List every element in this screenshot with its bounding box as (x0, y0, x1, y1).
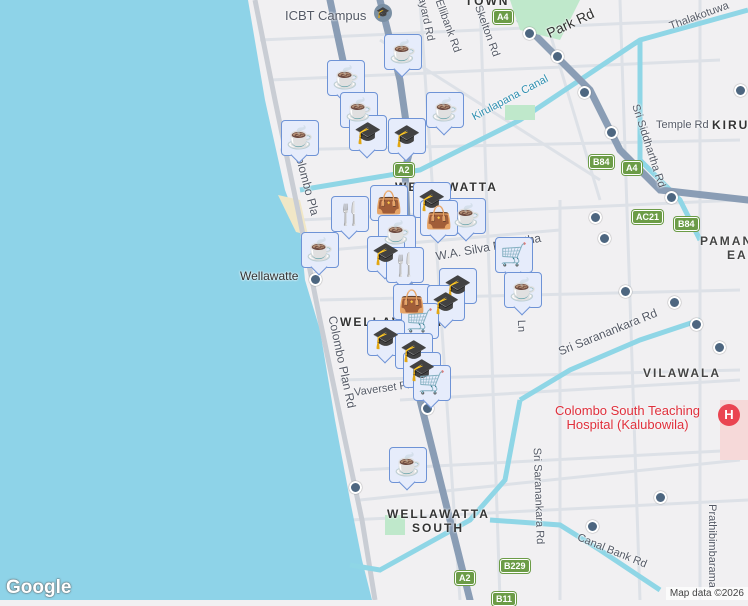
graduation-cap-icon: 🎓 (372, 325, 400, 350)
education-marker[interactable]: 🎓 (349, 115, 387, 159)
coffee-cup-icon: ☕ (306, 237, 334, 262)
graduation-cap-icon: 🎓 (374, 4, 392, 22)
graduation-cap-icon: 🎓 (354, 120, 382, 145)
bus-stop-icon[interactable] (668, 296, 681, 309)
cafe-marker[interactable]: ☕ (384, 34, 422, 78)
shopping-bag-icon: 👜 (375, 190, 403, 215)
place-icbt-campus[interactable]: ICBT Campus (285, 8, 366, 23)
hospital-icon: H (718, 404, 740, 426)
area-label: EAS (727, 248, 748, 262)
road-shield: B84 (589, 155, 614, 169)
coffee-cup-icon: ☕ (431, 97, 459, 122)
road-shield: A4 (622, 161, 642, 175)
area-label: SOUTH (412, 521, 464, 535)
road-shield: A2 (394, 163, 414, 177)
education-marker[interactable]: 🎓 (388, 118, 426, 162)
bus-stop-icon[interactable] (690, 318, 703, 331)
coffee-cup-icon: ☕ (453, 203, 481, 228)
bus-stop-icon[interactable] (665, 191, 678, 204)
bus-stop-icon[interactable] (598, 232, 611, 245)
road-shield: A2 (455, 571, 475, 585)
area-label: KIRU (712, 118, 748, 132)
coffee-cup-icon: ☕ (394, 452, 422, 477)
bus-stop-icon[interactable] (713, 341, 726, 354)
bus-stop-icon[interactable] (349, 481, 362, 494)
coffee-cup-icon: ☕ (332, 65, 360, 90)
map-attribution[interactable]: Map data ©2026 (665, 587, 748, 600)
bus-stop-icon[interactable] (551, 50, 564, 63)
place-hospital[interactable]: Colombo South Teaching Hospital (Kalubowi… (555, 404, 700, 432)
fork-knife-icon: 🍴 (391, 252, 419, 277)
area-label: WELLAWATTA (387, 507, 490, 521)
google-logo[interactable]: Google (6, 577, 71, 599)
bus-stop-icon[interactable] (654, 491, 667, 504)
fork-knife-icon: 🍴 (336, 201, 364, 226)
coffee-cup-icon: ☕ (286, 125, 314, 150)
cafe-marker[interactable]: ☕ (301, 232, 339, 276)
road-label: Temple Rd (656, 119, 709, 131)
map-canvas[interactable] (0, 0, 748, 600)
road-shield: B84 (674, 217, 699, 231)
area-label: VILAWALA (643, 366, 721, 380)
place-wellawatte-station[interactable]: Wellawatte (240, 269, 298, 283)
bus-stop-icon[interactable] (523, 27, 536, 40)
graduation-cap-icon: 🎓 (393, 123, 421, 148)
bus-stop-icon[interactable] (578, 86, 591, 99)
grocery-marker[interactable]: 🛒 (413, 365, 451, 409)
bus-stop-icon[interactable] (734, 84, 747, 97)
bus-stop-icon[interactable] (589, 211, 602, 224)
bus-stop-icon[interactable] (605, 126, 618, 139)
shop-marker[interactable]: 👜 (420, 200, 458, 244)
graduation-cap-icon: 🎓 (432, 290, 460, 315)
road-shield: A4 (493, 10, 513, 24)
road-label: Prathibimbarama (705, 504, 718, 588)
area-label: PAMAN (700, 234, 748, 248)
bus-stop-icon[interactable] (619, 285, 632, 298)
hospital-name-line2: Hospital (Kalubowila) (566, 417, 689, 432)
shopping-bag-icon: 👜 (425, 205, 453, 230)
coffee-cup-icon: ☕ (389, 39, 417, 64)
cafe-marker[interactable]: ☕ (426, 92, 464, 136)
road-shield: B229 (500, 559, 530, 573)
shopping-cart-icon: 🛒 (500, 242, 528, 267)
road-shield: B11 (492, 592, 517, 606)
area-label: TOWN (465, 0, 510, 8)
cafe-marker[interactable]: ☕ (504, 272, 542, 316)
road-label: Ln (514, 319, 528, 333)
shopping-cart-icon: 🛒 (406, 308, 434, 333)
coffee-cup-icon: ☕ (509, 277, 537, 302)
hospital-name-line1: Colombo South Teaching (555, 403, 701, 418)
cafe-marker[interactable]: ☕ (389, 447, 427, 491)
shopping-cart-icon: 🛒 (418, 370, 446, 395)
bus-stop-icon[interactable] (586, 520, 599, 533)
road-shield: AC21 (632, 210, 664, 224)
cafe-marker[interactable]: ☕ (281, 120, 319, 164)
